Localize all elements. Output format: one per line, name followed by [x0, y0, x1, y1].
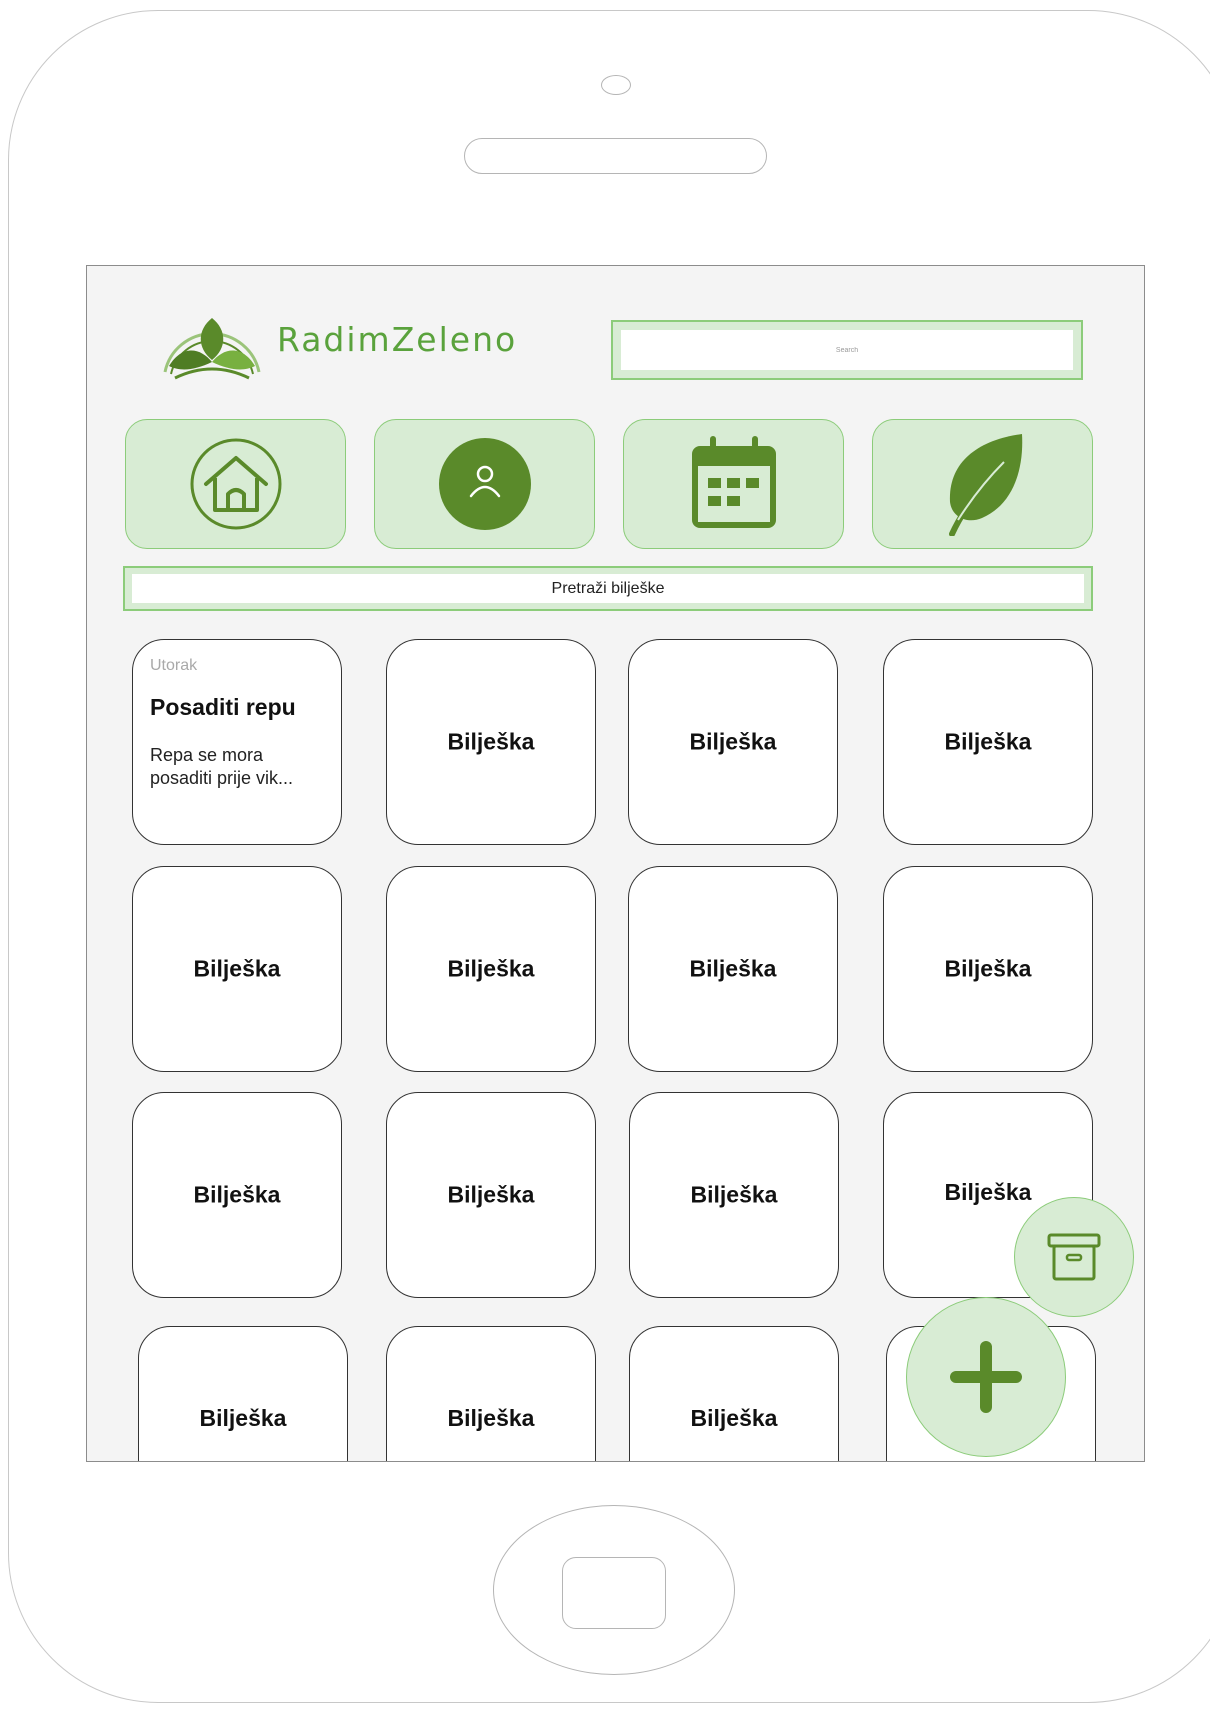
note-card[interactable]: Bilješka: [386, 1326, 596, 1461]
note-card[interactable]: Bilješka: [132, 1092, 342, 1298]
home-icon: [190, 438, 281, 530]
note-card[interactable]: Bilješka: [386, 866, 596, 1072]
archive-button[interactable]: [1014, 1197, 1134, 1317]
note-card[interactable]: Bilješka: [628, 639, 838, 845]
note-day: Utorak: [150, 657, 198, 674]
note-title: Bilješka: [944, 728, 1032, 755]
notes-search-box[interactable]: Pretraži bilješke: [123, 566, 1093, 611]
note-title: Bilješka: [193, 955, 281, 982]
note-title: Bilješka: [690, 1405, 778, 1431]
note-card[interactable]: Bilješka: [386, 1092, 596, 1298]
archive-icon: [1047, 1233, 1101, 1281]
note-title: Bilješka: [689, 955, 777, 982]
note-body: Repa se mora posaditi prije vik...: [150, 745, 294, 788]
nav-calendar[interactable]: [623, 419, 844, 549]
notes-search-label[interactable]: Pretraži bilješke: [132, 574, 1084, 603]
camera: [601, 75, 631, 95]
note-card[interactable]: Bilješka: [629, 1092, 839, 1298]
search-box: [611, 320, 1083, 380]
note-card[interactable]: Bilješka: [138, 1326, 348, 1461]
home-button-square: [562, 1557, 666, 1629]
app-screen: RadimZeleno Search Pretraži bilješke Uto…: [86, 265, 1145, 1462]
note-title: Bilješka: [199, 1405, 287, 1431]
note-card[interactable]: Bilješka: [883, 639, 1093, 845]
search-input[interactable]: [621, 330, 1073, 370]
logo-text: RadimZeleno: [277, 320, 518, 359]
note-card[interactable]: Bilješka: [628, 866, 838, 1072]
speaker: [464, 138, 767, 174]
note-card[interactable]: Bilješka: [386, 639, 596, 845]
leaf-icon: [948, 434, 1022, 536]
note-card[interactable]: Bilješka: [883, 866, 1093, 1072]
note-title: Bilješka: [689, 728, 777, 755]
note-title: Bilješka: [447, 1405, 535, 1431]
note-title: Bilješka: [690, 1181, 778, 1208]
note-title: Posaditi repu: [150, 694, 296, 720]
nav-profile[interactable]: [374, 419, 595, 549]
note-title: Bilješka: [447, 728, 535, 755]
note-title: Bilješka: [447, 955, 535, 982]
note-title: Bilješka: [447, 1181, 535, 1208]
note-card-featured[interactable]: Utorak Posaditi repu Repa se mora posadi…: [132, 639, 342, 845]
app-logo: RadimZeleno: [157, 300, 517, 380]
note-title: Bilješka: [193, 1181, 281, 1208]
add-note-button[interactable]: [906, 1297, 1066, 1457]
calendar-icon: [691, 436, 776, 528]
note-title: Bilješka: [944, 955, 1032, 982]
nav-plants[interactable]: [872, 419, 1093, 549]
note-card[interactable]: Bilješka: [132, 866, 342, 1072]
note-card[interactable]: Bilješka: [629, 1326, 839, 1461]
logo-icon: [163, 318, 261, 380]
user-icon: [438, 438, 531, 530]
plus-icon: [950, 1341, 1022, 1413]
nav-home[interactable]: [125, 419, 346, 549]
